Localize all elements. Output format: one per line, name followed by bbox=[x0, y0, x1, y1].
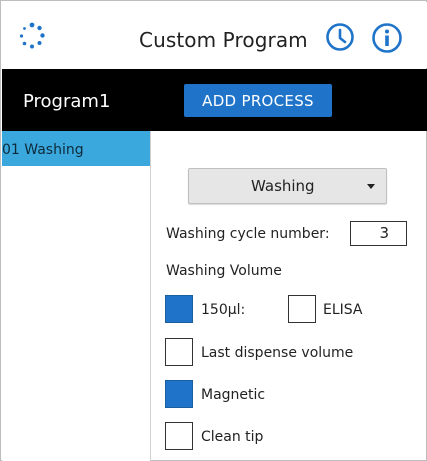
clean-tip-checkbox[interactable] bbox=[165, 422, 193, 450]
page-title: Custom Program bbox=[139, 28, 308, 52]
magnetic-checkbox[interactable] bbox=[165, 380, 193, 408]
history-clock-icon[interactable] bbox=[325, 22, 355, 52]
cycle-number-input[interactable]: 3 bbox=[350, 221, 407, 246]
process-list-item-washing[interactable]: 01 Washing bbox=[2, 131, 150, 166]
process-list: 01 Washing bbox=[2, 131, 151, 461]
process-type-dropdown[interactable]: Washing bbox=[188, 168, 387, 204]
add-process-button[interactable]: ADD PROCESS bbox=[184, 84, 332, 117]
process-list-item-label: 01 Washing bbox=[2, 142, 84, 158]
add-process-label: ADD PROCESS bbox=[202, 91, 314, 110]
magnetic-label: Magnetic bbox=[201, 387, 266, 403]
info-icon[interactable] bbox=[371, 22, 403, 54]
last-dispense-label: Last dispense volume bbox=[201, 345, 354, 361]
program-bar: Program1 ADD PROCESS bbox=[2, 69, 427, 131]
dropdown-caret-icon bbox=[367, 184, 375, 189]
app-logo-icon bbox=[19, 22, 45, 49]
program-name[interactable]: Program1 bbox=[23, 91, 110, 112]
last-dispense-checkbox[interactable] bbox=[165, 338, 193, 366]
app-window: Custom Program Program1 ADD PROCESS 01 W… bbox=[0, 0, 427, 461]
cycle-number-label: Washing cycle number: bbox=[166, 226, 330, 242]
process-type-value: Washing bbox=[251, 177, 315, 195]
clean-tip-label: Clean tip bbox=[201, 429, 264, 445]
volume-150-label: 150µl: bbox=[201, 302, 246, 318]
elisa-label: ELISA bbox=[323, 302, 363, 318]
app-header: Custom Program bbox=[2, 2, 427, 68]
elisa-checkbox[interactable] bbox=[288, 295, 316, 323]
washing-volume-label: Washing Volume bbox=[166, 263, 282, 279]
volume-150-checkbox[interactable] bbox=[165, 295, 193, 323]
